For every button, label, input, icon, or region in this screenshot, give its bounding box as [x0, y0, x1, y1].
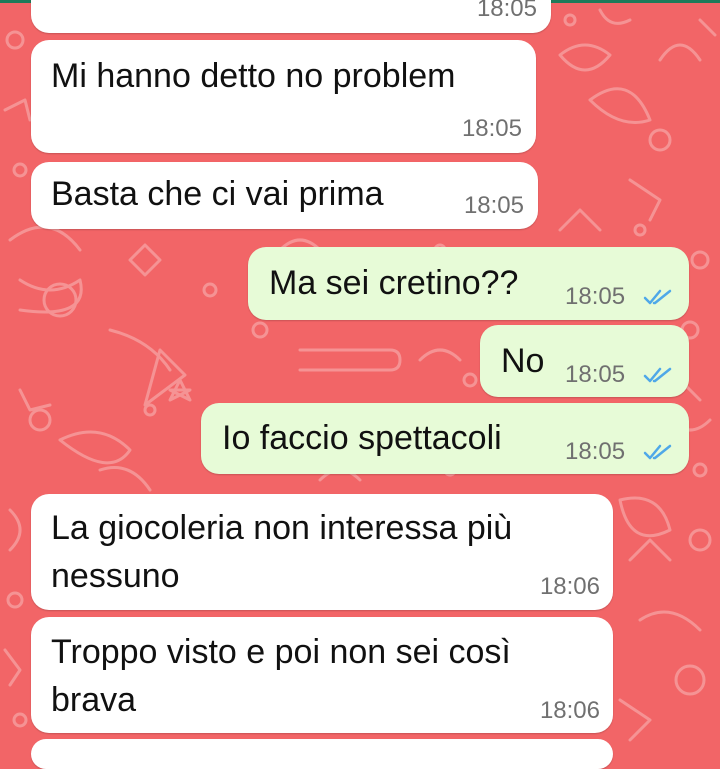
message-bubble-incoming-partial[interactable] — [31, 739, 613, 769]
message-time: 18:06 — [539, 573, 600, 600]
double-check-read-icon — [643, 367, 672, 383]
message-bubble-outgoing[interactable]: Io faccio spettacoli 18:05 — [201, 403, 689, 474]
message-text: Mi hanno detto no problem — [51, 57, 456, 95]
message-time: 18:05 — [565, 361, 626, 388]
message-text: Basta che ci vai prima — [51, 175, 384, 213]
message-time: 18:05 — [565, 283, 626, 310]
message-bubble-outgoing[interactable]: Ma sei cretino?? 18:05 — [248, 247, 689, 320]
message-time: 18:05 — [565, 438, 626, 465]
message-bubble-incoming[interactable]: La giocoleria non interessa più nessuno … — [31, 494, 613, 610]
double-check-read-icon — [643, 444, 672, 460]
message-time: 18:05 — [461, 115, 522, 142]
message-bubble-incoming[interactable]: Troppo visto e poi non sei così brava 18… — [31, 617, 613, 733]
message-text: Troppo visto e poi non sei così brava — [51, 633, 511, 719]
message-time: 18:05 — [463, 192, 524, 219]
message-bubble-incoming[interactable]: Basta che ci vai prima 18:05 — [31, 162, 538, 229]
message-bubble-outgoing[interactable]: No 18:05 — [480, 325, 689, 397]
message-bubble-incoming-partial[interactable]: 18:05 — [31, 0, 551, 33]
message-time: 18:05 — [476, 0, 537, 22]
message-text: La giocoleria non interessa più nessuno — [51, 509, 513, 595]
double-check-read-icon — [643, 289, 672, 305]
message-text: Io faccio spettacoli — [222, 419, 502, 457]
message-time: 18:06 — [539, 697, 600, 724]
message-text: No — [501, 342, 545, 380]
message-bubble-incoming[interactable]: Mi hanno detto no problem 18:05 — [31, 40, 536, 153]
message-text: Ma sei cretino?? — [269, 264, 519, 302]
